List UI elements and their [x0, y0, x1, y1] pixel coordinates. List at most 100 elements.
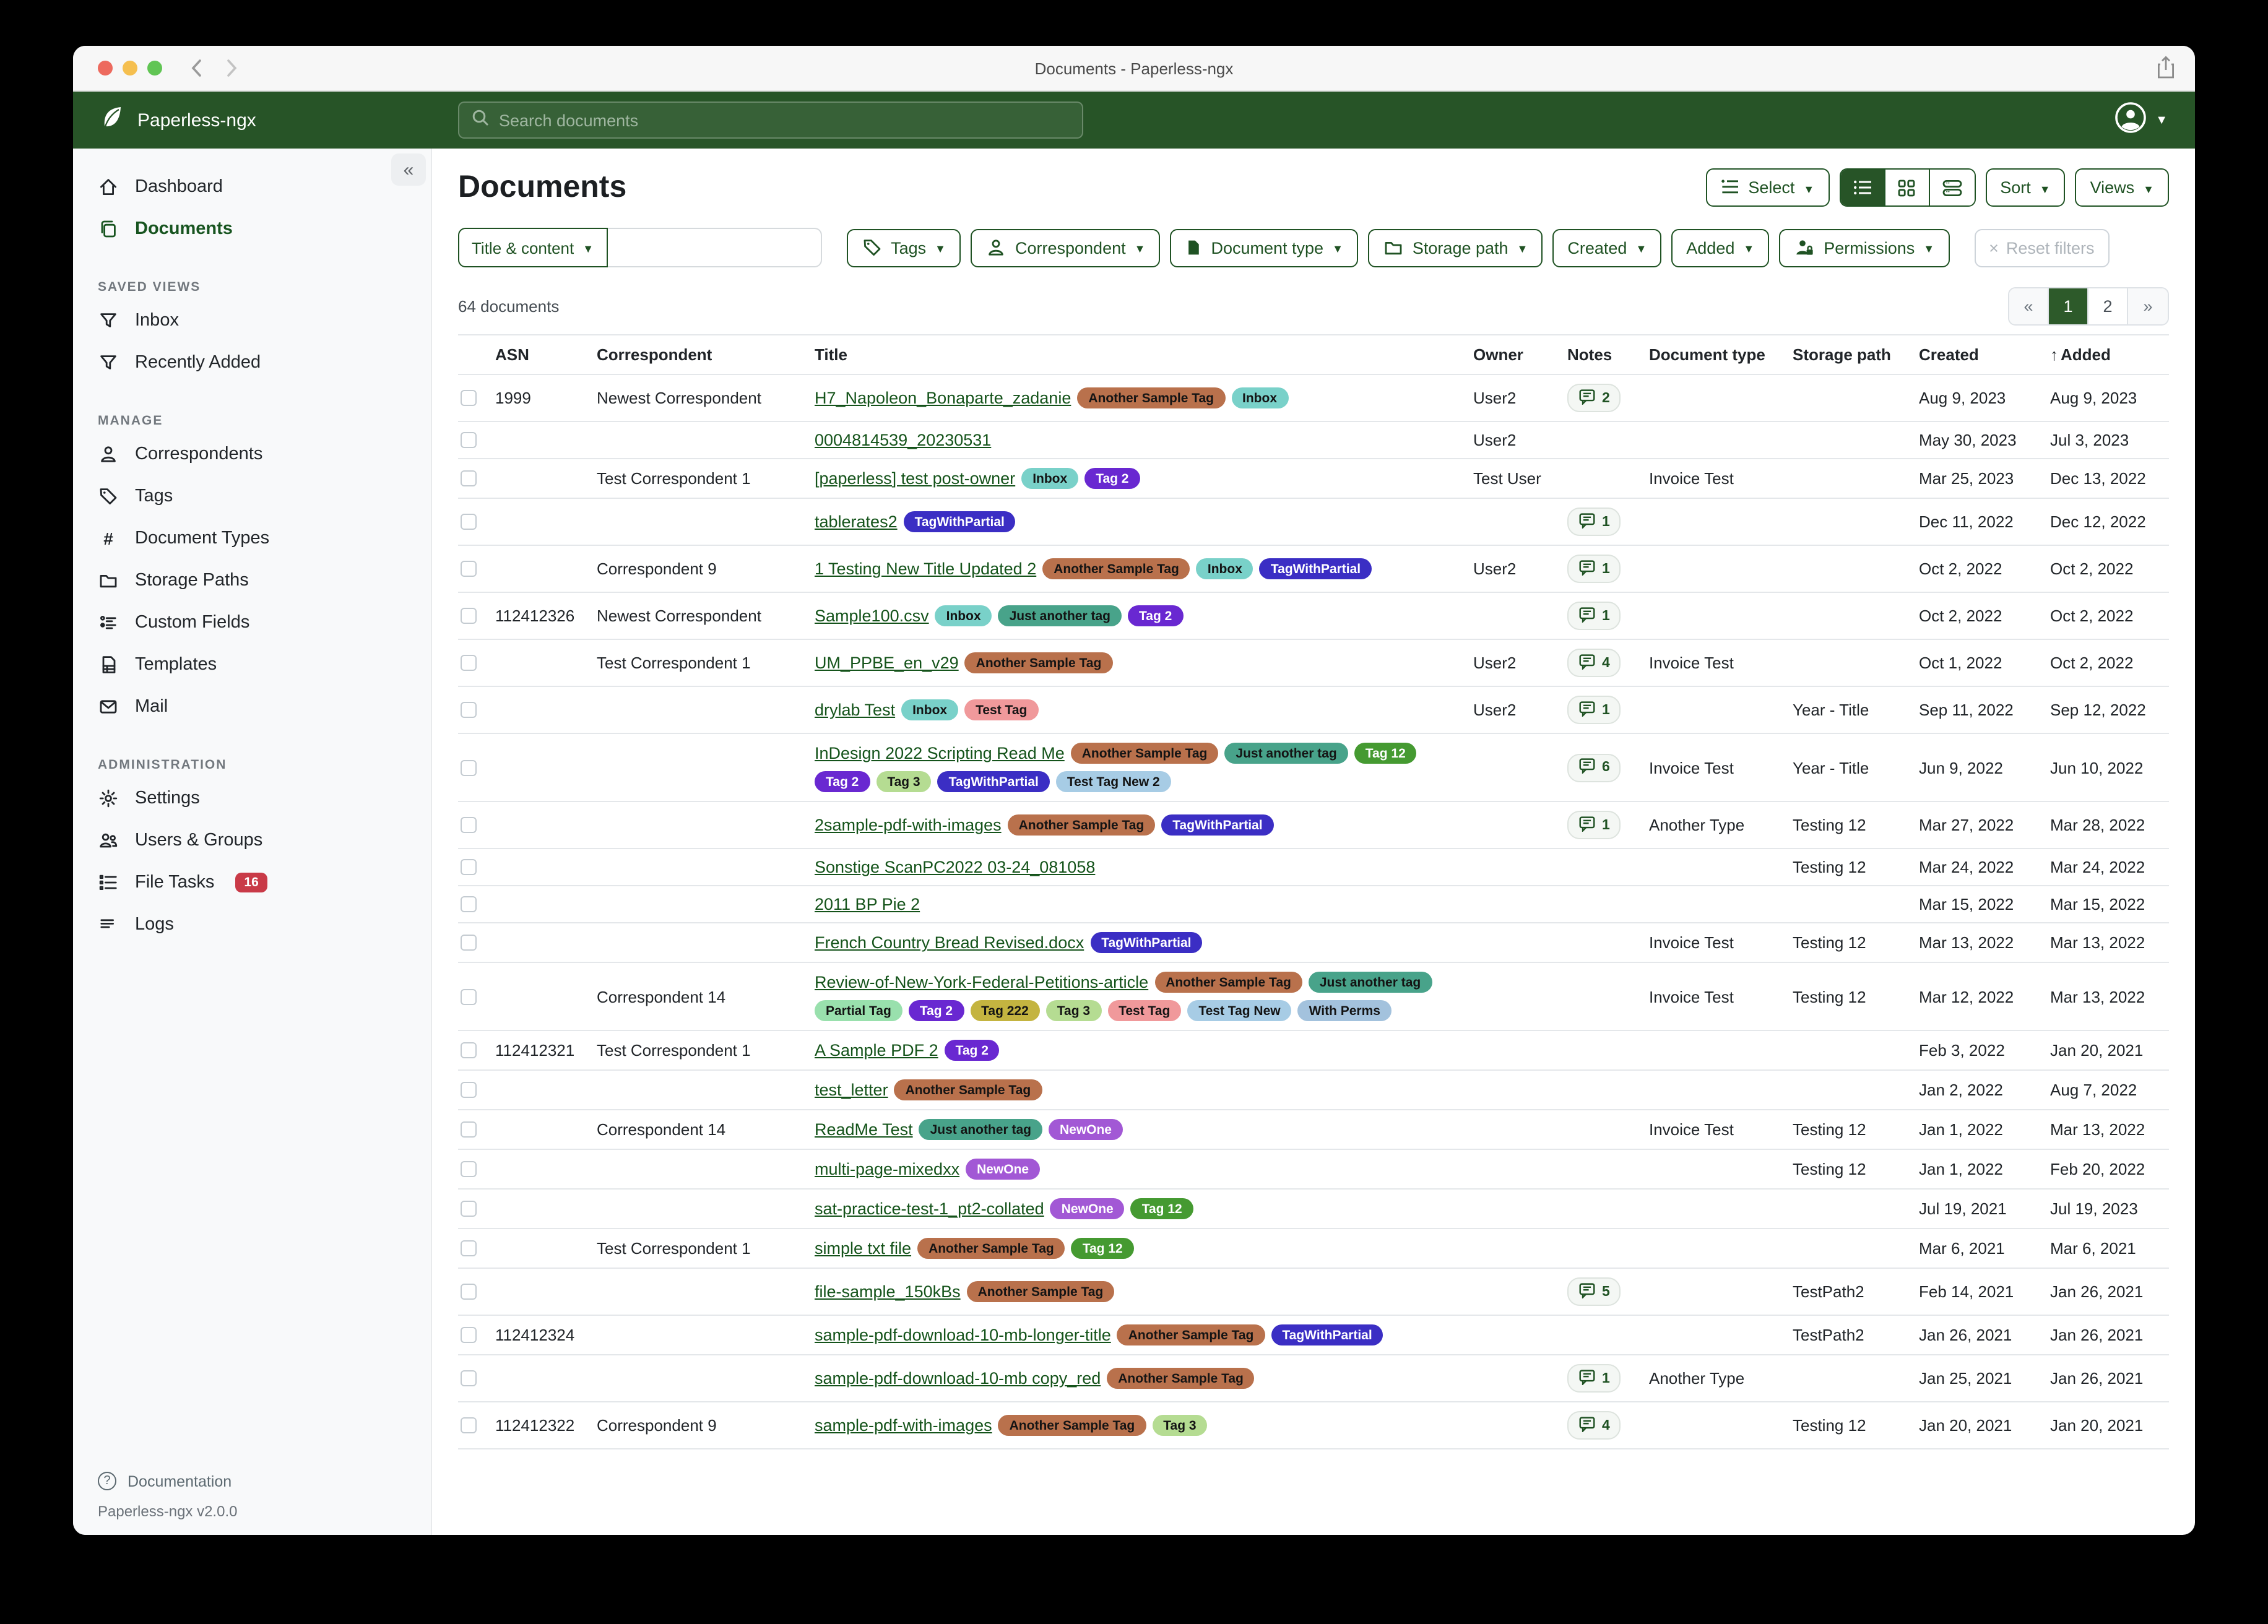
row-checkbox[interactable]: [461, 1370, 477, 1386]
sidebar-item-templates[interactable]: Templates: [73, 644, 431, 686]
tag-pill[interactable]: Tag 2: [1084, 468, 1140, 489]
tag-pill[interactable]: Another Sample Tag: [894, 1079, 1042, 1100]
row-checkbox[interactable]: [461, 1240, 477, 1256]
tag-pill[interactable]: Another Sample Tag: [998, 1415, 1146, 1436]
sidebar-item-recently-added[interactable]: Recently Added: [73, 342, 431, 384]
cell-correspondent[interactable]: Correspondent 14: [597, 987, 810, 1006]
list-view-button[interactable]: [1840, 170, 1885, 205]
close-window-button[interactable]: [98, 61, 113, 76]
document-link[interactable]: Sonstige ScanPC2022 03-24_081058: [815, 858, 1095, 876]
pagination-prev-button[interactable]: «: [2009, 288, 2049, 324]
filter-button-added[interactable]: Added▼: [1671, 228, 1769, 267]
select-button[interactable]: Select ▼: [1706, 168, 1829, 207]
tag-pill[interactable]: Another Sample Tag: [1077, 387, 1225, 408]
notes-badge[interactable]: 4: [1567, 1411, 1621, 1440]
row-checkbox[interactable]: [461, 1161, 477, 1177]
brand[interactable]: Paperless-ngx: [73, 103, 432, 137]
tag-pill[interactable]: Tag 2: [945, 1040, 1000, 1061]
tag-pill[interactable]: NewOne: [966, 1159, 1040, 1180]
sidebar-item-correspondents[interactable]: Correspondents: [73, 433, 431, 475]
tag-pill[interactable]: Another Sample Tag: [1107, 1368, 1255, 1389]
search-field-selector[interactable]: Title & content ▼: [458, 228, 607, 267]
user-menu[interactable]: ▼: [2114, 101, 2168, 139]
filter-button-created[interactable]: Created▼: [1552, 228, 1661, 267]
tag-pill[interactable]: Test Tag: [964, 699, 1038, 720]
sort-button[interactable]: Sort ▼: [1985, 168, 2065, 207]
column-header-storage-path[interactable]: Storage path: [1793, 345, 1914, 364]
tag-pill[interactable]: Tag 12: [1071, 1238, 1134, 1259]
filter-button-permissions[interactable]: Permissions▼: [1779, 228, 1949, 267]
global-search[interactable]: [458, 102, 1083, 139]
document-link[interactable]: 2sample-pdf-with-images: [815, 816, 1002, 834]
tag-pill[interactable]: Tag 12: [1131, 1198, 1193, 1219]
cell-correspondent[interactable]: Newest Correspondent: [597, 389, 810, 407]
row-checkbox[interactable]: [461, 470, 477, 486]
document-link[interactable]: sample-pdf-with-images: [815, 1416, 992, 1435]
share-icon[interactable]: [2157, 56, 2175, 85]
document-link[interactable]: sample-pdf-download-10-mb-longer-title: [815, 1326, 1111, 1344]
tag-pill[interactable]: TagWithPartial: [1260, 558, 1372, 579]
sidebar-item-documents[interactable]: Documents: [73, 208, 431, 250]
tag-pill[interactable]: Tag 12: [1354, 743, 1417, 764]
row-checkbox[interactable]: [461, 514, 477, 530]
document-link[interactable]: sat-practice-test-1_pt2-collated: [815, 1199, 1044, 1218]
row-checkbox[interactable]: [461, 859, 477, 875]
sidebar-item-mail[interactable]: Mail: [73, 686, 431, 728]
tag-pill[interactable]: Tag 3: [876, 771, 931, 792]
tag-pill[interactable]: Inbox: [901, 699, 958, 720]
row-checkbox[interactable]: [461, 1121, 477, 1138]
document-link[interactable]: [paperless] test post-owner: [815, 469, 1015, 488]
document-link[interactable]: A Sample PDF 2: [815, 1041, 938, 1060]
search-input[interactable]: [499, 111, 1070, 129]
tag-pill[interactable]: Tag 2: [909, 1000, 964, 1021]
tag-pill[interactable]: Inbox: [1021, 468, 1078, 489]
tag-pill[interactable]: TagWithPartial: [938, 771, 1050, 792]
forward-icon[interactable]: [225, 58, 239, 78]
tag-pill[interactable]: Another Sample Tag: [1042, 558, 1190, 579]
tag-pill[interactable]: Another Sample Tag: [917, 1238, 1065, 1259]
column-header-owner[interactable]: Owner: [1473, 345, 1562, 364]
sidebar-item-file-tasks[interactable]: File Tasks16: [73, 862, 431, 904]
filter-button-correspondent[interactable]: Correspondent▼: [971, 228, 1160, 267]
row-checkbox[interactable]: [461, 1417, 477, 1433]
row-checkbox[interactable]: [461, 432, 477, 448]
tag-pill[interactable]: Another Sample Tag: [967, 1281, 1115, 1302]
notes-badge[interactable]: 1: [1567, 555, 1621, 583]
column-header-document-type[interactable]: Document type: [1649, 345, 1788, 364]
tag-pill[interactable]: Another Sample Tag: [1071, 743, 1219, 764]
tag-pill[interactable]: Another Sample Tag: [1117, 1324, 1265, 1345]
tag-pill[interactable]: Inbox: [1197, 558, 1253, 579]
sidebar-item-users-groups[interactable]: Users & Groups: [73, 819, 431, 862]
tag-pill[interactable]: Inbox: [1231, 387, 1288, 408]
back-icon[interactable]: [189, 58, 203, 78]
tag-pill[interactable]: Just another tag: [1309, 972, 1432, 993]
tag-pill[interactable]: With Perms: [1298, 1000, 1392, 1021]
pagination-next-button[interactable]: »: [2128, 288, 2168, 324]
row-checkbox[interactable]: [461, 1042, 477, 1058]
document-link[interactable]: tablerates2: [815, 512, 898, 531]
pagination-page-1[interactable]: 1: [2049, 288, 2088, 324]
tag-pill[interactable]: Test Tag New: [1187, 1000, 1291, 1021]
document-link[interactable]: ReadMe Test: [815, 1120, 913, 1139]
cell-correspondent[interactable]: Newest Correspondent: [597, 607, 810, 625]
column-header-asn[interactable]: ASN: [495, 345, 592, 364]
notes-badge[interactable]: 6: [1567, 753, 1621, 782]
tag-pill[interactable]: TagWithPartial: [904, 511, 1016, 532]
zoom-window-button[interactable]: [147, 61, 162, 76]
row-checkbox[interactable]: [461, 935, 477, 951]
row-checkbox[interactable]: [461, 1284, 477, 1300]
row-checkbox[interactable]: [461, 561, 477, 577]
document-link[interactable]: test_letter: [815, 1081, 888, 1099]
column-header-notes[interactable]: Notes: [1567, 345, 1644, 364]
tag-pill[interactable]: Tag 3: [1152, 1415, 1207, 1436]
cell-correspondent[interactable]: Correspondent 14: [597, 1120, 810, 1139]
column-header-correspondent[interactable]: Correspondent: [597, 345, 810, 364]
row-checkbox[interactable]: [461, 1327, 477, 1343]
cell-correspondent[interactable]: Correspondent 9: [597, 559, 810, 578]
tag-pill[interactable]: Test Tag New 2: [1056, 771, 1171, 792]
column-header-title[interactable]: Title: [815, 345, 1468, 364]
notes-badge[interactable]: 1: [1567, 811, 1621, 839]
filter-button-storage-path[interactable]: Storage path▼: [1368, 228, 1543, 267]
sidebar-item-custom-fields[interactable]: Custom Fields: [73, 602, 431, 644]
tag-pill[interactable]: TagWithPartial: [1090, 932, 1202, 953]
